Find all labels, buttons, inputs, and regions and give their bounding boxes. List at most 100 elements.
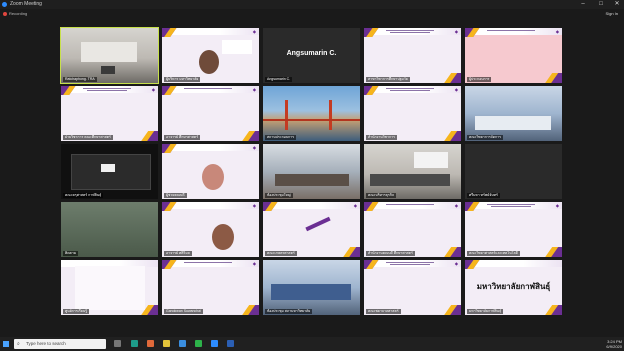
room-screen (414, 152, 448, 168)
video-tile[interactable]: สถานประกอบการ (263, 86, 360, 141)
zoom-taskbar-icon[interactable] (211, 340, 218, 347)
slide-background (162, 260, 259, 315)
chrome-icon[interactable] (179, 340, 186, 347)
video-tile[interactable]: ศูนย์การเรียนรู้ (61, 260, 158, 315)
video-tile[interactable]: ◆ สำนักงานคณบดี ศึกษาศาสตร์ (364, 202, 461, 257)
edge-icon[interactable] (131, 340, 138, 347)
video-tile[interactable]: ◆ อาจารย์ ศศิวิมล (162, 202, 259, 257)
participant-name: Ratchaphong. TRA (63, 77, 97, 82)
video-tile[interactable]: คณะวิทยาการจัดการ (465, 86, 562, 141)
slide-logo: ◆ (252, 29, 256, 34)
participant-name: สถานประกอบการ (265, 135, 297, 140)
slide-logo: ◆ (353, 203, 357, 208)
meeting-table (275, 174, 349, 186)
bridge-tower (285, 100, 288, 130)
video-tile[interactable]: ◆ ผู้บริหาร มหาวิทยาลัย (162, 28, 259, 83)
close-button[interactable]: ✕ (612, 0, 622, 9)
slide-logo: ◆ (252, 87, 256, 92)
video-tile[interactable]: ห้องประชุม สภามหาวิทยาลัย (263, 260, 360, 315)
slide-header (465, 260, 562, 267)
video-tile[interactable]: ติดตาม (61, 202, 158, 257)
video-tile[interactable]: ◆ คณะวิทยาศาสตร์และเทคโนโลยี (465, 202, 562, 257)
search-placeholder: Type here to search (26, 341, 66, 346)
maximize-button[interactable]: □ (596, 0, 606, 9)
participant-name: ผู้ช่วยคณบดี (164, 193, 187, 198)
slide-title-line (83, 88, 131, 89)
slide-title-line (390, 32, 430, 33)
participant-name: ผู้บริหาร มหาวิทยาลัย (164, 77, 201, 82)
participant-face (212, 224, 234, 250)
video-tile[interactable]: ◆ คณะเกษตรศาสตร์ (263, 202, 360, 257)
meeting-table (271, 284, 351, 300)
participant-name: มหาวิทยาลัยกาฬสินธุ์ (467, 309, 504, 314)
participant-face (199, 50, 219, 74)
video-tile[interactable]: ศรีมหา ทรัพย์จันทร์ (465, 144, 562, 199)
slide-logo: ◆ (555, 203, 559, 208)
participant-name: ศรีมหา ทรัพย์จันทร์ (467, 193, 500, 198)
slide-background (263, 202, 360, 257)
slide-page (75, 266, 145, 310)
slide-background (364, 86, 461, 141)
participant-name: คณะบริหารธุรกิจ (366, 193, 396, 198)
participant-name: Ganokwan Suwanchai (164, 309, 203, 314)
minimize-button[interactable]: – (578, 0, 588, 9)
video-tile[interactable]: ◆ ฝ่ายวิชาการ คณะศึกษาศาสตร์ (61, 86, 158, 141)
video-tile[interactable]: Ratchaphong. TRA (60, 27, 159, 84)
bridge-tower (329, 100, 332, 130)
video-tile[interactable]: ◆ คณะพยาบาลศาสตร์ (364, 260, 461, 315)
meeting-table (370, 174, 450, 186)
file-explorer-icon[interactable] (163, 340, 170, 347)
participant-name: ศูนย์การเรียนรู้ (63, 309, 90, 314)
recording-label: Recording (9, 11, 28, 16)
video-tile[interactable]: ◆ ผู้ประกอบการ (465, 28, 562, 83)
slide-header (263, 202, 360, 209)
participant-name: ผู้ประกอบการ (467, 77, 492, 82)
participant-name: ติดตาม (63, 251, 79, 256)
sign-in-link[interactable]: Sign In (606, 10, 618, 18)
slide-logo: ◆ (454, 261, 458, 266)
slide-background (364, 28, 461, 83)
firefox-icon[interactable] (147, 340, 154, 347)
participant-name: สำนักงานคณบดี ศึกษาศาสตร์ (366, 251, 415, 256)
recording-icon (3, 12, 7, 16)
bridge-deck (263, 119, 360, 121)
participant-name: คณะวิทยาการจัดการ (467, 135, 504, 140)
meeting-toolbar (0, 9, 624, 20)
video-tile[interactable]: คณะบริหารธุรกิจ (364, 144, 461, 199)
video-tile[interactable]: Angsumarin C. Angsumarin C. (263, 28, 360, 83)
video-tile[interactable]: ◆ อาจารย์ ศึกษาศาสตร์ (162, 86, 259, 141)
participant-name: อาจารย์ ศึกษาศาสตร์ (164, 135, 201, 140)
slide-background (364, 202, 461, 257)
university-name: มหาวิทยาลัยกาฬสินธุ์ (476, 282, 551, 291)
video-tile[interactable]: คณะครุศาสตร์ กาฬสินธุ์ (61, 144, 158, 199)
windows-start-icon[interactable] (3, 341, 9, 347)
slide-background (465, 202, 562, 257)
video-tile[interactable]: ◆ สาขาวิชาการศึกษาปฐมวัย (364, 28, 461, 83)
video-tile[interactable]: มหาวิทยาลัยกาฬสินธุ์ มหาวิทยาลัยกาฬสินธุ… (465, 260, 562, 315)
slide-background (162, 202, 259, 257)
participant-name: สาขาวิชาการศึกษาปฐมวัย (366, 77, 410, 82)
caption-box (222, 40, 252, 54)
word-icon[interactable] (227, 340, 234, 347)
video-tile[interactable]: ห้องประชุมใหญ่ (263, 144, 360, 199)
slide-title-line (87, 90, 127, 91)
task-view-icon[interactable] (114, 340, 121, 347)
clock[interactable]: 3:24 PM 6/9/2020 (588, 339, 622, 349)
line-icon[interactable] (195, 340, 202, 347)
participant-name: คณะเกษตรศาสตร์ (265, 251, 297, 256)
meeting-table (475, 116, 551, 130)
participant-name: คณะพยาบาลศาสตร์ (366, 309, 401, 314)
screen-window (101, 164, 115, 172)
search-icon: ⌕ (17, 341, 20, 347)
slide-title-line (491, 206, 531, 207)
video-tile[interactable]: ◆ ผู้ช่วยคณบดี (162, 144, 259, 199)
slide-title-line (386, 30, 434, 31)
window-title: Zoom Meeting (10, 1, 42, 7)
participant-name: สำนักงานวิชาการ (366, 135, 397, 140)
slide-background (162, 86, 259, 141)
video-tile[interactable]: ◆ สำนักงานวิชาการ (364, 86, 461, 141)
slide-title-line (184, 88, 232, 89)
slide-title-line (386, 204, 434, 205)
video-tile[interactable]: ◆ Ganokwan Suwanchai (162, 260, 259, 315)
zoom-logo-icon (2, 2, 7, 7)
